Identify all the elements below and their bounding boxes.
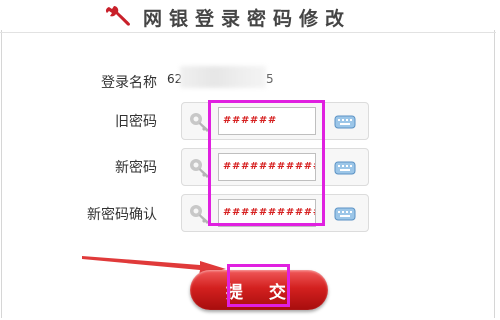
wrench-icon	[105, 6, 130, 26]
keyboard-icon[interactable]	[334, 114, 356, 130]
account-value-suffix: 5	[266, 72, 274, 86]
old-password-label: 旧密码	[115, 114, 157, 130]
header-divider	[0, 32, 496, 33]
page-header: 网银登录密码修改	[0, 0, 500, 30]
submit-highlight	[227, 264, 290, 307]
keyboard-icon[interactable]	[334, 206, 356, 222]
page-title: 网银登录密码修改	[143, 8, 352, 30]
new-password-label: 新密码	[115, 160, 157, 176]
keyboard-icon[interactable]	[334, 160, 356, 176]
confirm-password-label: 新密码确认	[87, 207, 157, 223]
password-fields-highlight	[208, 100, 325, 226]
account-label: 登录名称	[101, 75, 157, 91]
account-redaction	[180, 66, 266, 88]
